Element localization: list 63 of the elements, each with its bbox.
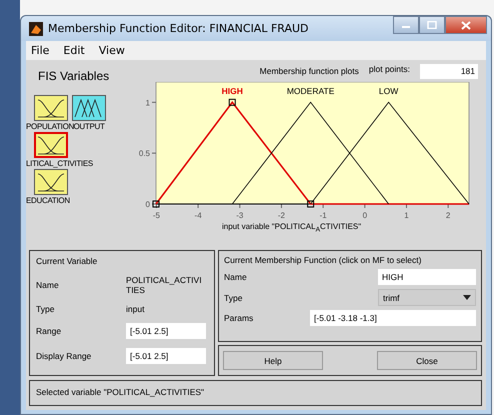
input-field[interactable]: HIGH — [378, 269, 476, 285]
close-icon — [461, 20, 471, 30]
panel-title: Current Variable — [36, 256, 98, 266]
x-tick-label: 2 — [446, 211, 450, 220]
field-label: Type — [224, 292, 244, 302]
app-icon — [29, 22, 43, 36]
menu-item[interactable]: File — [31, 44, 50, 57]
input-variable-icon[interactable] — [34, 95, 68, 121]
field-label: Name — [36, 280, 60, 290]
dialog-button[interactable]: Help — [223, 351, 323, 370]
variable-label: OUTPUT — [73, 122, 105, 131]
field-label: Display Range — [36, 351, 92, 361]
field-label: Name — [224, 272, 248, 282]
input-field[interactable]: [-5.01 2.5] — [126, 348, 206, 364]
membership-curve[interactable] — [155, 100, 469, 205]
close-button[interactable] — [445, 16, 487, 34]
membership-curve[interactable] — [232, 102, 389, 204]
field-value: POLITICAL_ACTIVITIES — [126, 275, 203, 295]
vertex-handle[interactable] — [152, 200, 160, 208]
variable-label: EDUCATION — [26, 196, 70, 205]
menu-item[interactable]: Edit — [63, 44, 85, 57]
input-variable-icon[interactable] — [34, 169, 68, 195]
mf-label: MODERATE — [286, 86, 334, 96]
mf-label: HIGH — [222, 86, 243, 96]
input-field[interactable]: [-5.01 2.5] — [126, 323, 206, 339]
x-tick-label: 0 — [362, 211, 368, 220]
menu-item[interactable]: View — [98, 44, 125, 57]
field-label: Range — [36, 326, 62, 336]
field-value: input — [126, 304, 146, 314]
panel-title: FIS Variables — [38, 69, 110, 83]
x-tick-label: -3 — [236, 211, 244, 220]
input-variable-icon[interactable] — [34, 132, 68, 158]
x-tick-label: 1 — [404, 211, 409, 220]
maximize-icon — [427, 21, 437, 29]
vertex-handle[interactable] — [228, 98, 236, 106]
y-tick-label: 0 — [146, 200, 150, 209]
field-label: Params — [224, 313, 254, 323]
y-tick-label: 0.5 — [138, 149, 150, 158]
output-variable-icon[interactable] — [72, 95, 106, 121]
membership-curve[interactable] — [310, 102, 470, 204]
x-tick-label: -2 — [278, 211, 286, 220]
dialog-button[interactable]: Close — [377, 351, 477, 370]
vertex-handle[interactable] — [307, 200, 314, 208]
plot-points-field[interactable]: 181 — [420, 64, 478, 78]
status-text: Selected variable "POLITICAL_ACTIVITIES" — [36, 387, 204, 397]
x-tick-label: -1 — [320, 211, 327, 220]
panel-title: Current Membership Function (click on MF to select) — [224, 255, 422, 265]
field-label: Type — [36, 304, 56, 314]
plot-points-label: plot points: — [368, 64, 410, 74]
type-dropdown[interactable]: trimf — [378, 289, 476, 306]
variable-label: POPULATION — [26, 122, 74, 131]
y-tick-label: 1 — [146, 98, 150, 108]
x-tick-label: -4 — [194, 211, 202, 220]
maximize-button[interactable] — [419, 16, 445, 34]
caret-icon — [463, 295, 471, 300]
axis-title: input variable "POLITICAL$_{A}$CTIVITIES" — [222, 222, 362, 234]
variable-label: LITICAL_CTIVITIES — [26, 159, 93, 168]
minimize-button[interactable] — [393, 16, 419, 34]
window-title: Membership Function Editor: FINANCIAL FRAUD — [48, 22, 310, 35]
input-field[interactable]: [-5.01 -3.18 -1.3] — [310, 310, 476, 326]
mf-label: LOW — [378, 86, 398, 96]
plot-title: Membership function plots — [260, 66, 359, 76]
x-tick-label: -5 — [152, 211, 160, 220]
